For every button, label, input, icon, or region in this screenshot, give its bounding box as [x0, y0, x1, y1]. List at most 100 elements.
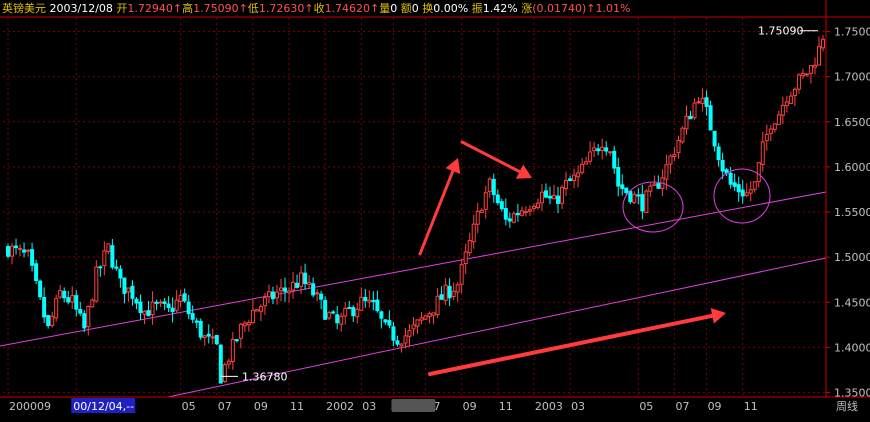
candle-body: [66, 297, 71, 303]
candle-body: [503, 208, 508, 220]
candle-body: [42, 297, 47, 318]
candle-body: [331, 311, 336, 314]
x-tick-label: 09: [463, 400, 477, 413]
info-chg-value: (0.01740)↑1.01%: [532, 2, 630, 15]
candle-body: [680, 127, 685, 143]
candle-body: [792, 88, 797, 97]
candle-body: [800, 72, 805, 77]
y-tick-label: 1.40000: [834, 341, 870, 354]
candle-body: [166, 303, 171, 308]
candle-body: [712, 130, 717, 147]
candle-body: [138, 301, 143, 314]
x-tick-label: 05: [182, 400, 196, 413]
info-close-label: 收: [314, 1, 325, 15]
candle-body: [780, 104, 785, 116]
x-tick-label: 07: [675, 400, 689, 413]
candle-body: [182, 293, 187, 302]
candle-body: [821, 38, 825, 49]
candle-body: [319, 293, 324, 300]
candle-body: [270, 291, 275, 300]
candle-body: [327, 312, 332, 319]
candle-body: [784, 101, 789, 107]
candle-body: [214, 334, 219, 345]
candle-body: [423, 315, 428, 320]
candle-body: [299, 272, 304, 287]
candle-body: [367, 299, 372, 303]
candle-body: [387, 320, 392, 326]
candle-body: [50, 315, 55, 327]
x-tick-label: 07: [218, 400, 232, 413]
candle-body: [732, 182, 737, 187]
x-tick-label: 03: [362, 400, 376, 413]
candle-body: [556, 195, 561, 204]
candle-body: [279, 287, 284, 292]
high-label: 1.75090: [758, 25, 804, 38]
candle-body: [186, 301, 191, 315]
x-tick-label: 09: [254, 400, 268, 413]
candle-body: [628, 190, 633, 203]
price-chart[interactable]: 1.75090 1.36780 1.75000 1.70000 1.65000 1.60…: [0, 0, 870, 418]
candle-body: [624, 187, 629, 194]
y-tick-label: 1.55000: [834, 206, 870, 219]
candle-body: [756, 162, 761, 183]
info-amt-value: 0: [412, 2, 423, 15]
candle-body: [114, 266, 119, 269]
y-tick-label: 1.45000: [834, 296, 870, 309]
x-tick-label: 200009: [9, 400, 51, 413]
candle-body: [552, 194, 557, 200]
candle-body: [150, 301, 155, 315]
y-tick-label: 1.70000: [834, 71, 870, 84]
candle-body: [600, 146, 605, 151]
info-high-value: 1.75090↑: [193, 2, 248, 15]
candle-body: [507, 218, 512, 222]
low-label: 1.36780: [242, 370, 288, 383]
candle-body: [102, 250, 107, 266]
candle-body: [584, 161, 589, 165]
candle-body: [608, 151, 613, 154]
candle-body: [110, 245, 115, 268]
candle-body: [652, 183, 657, 186]
candle-body: [287, 290, 292, 294]
candle-body: [375, 299, 380, 312]
candle-body: [664, 164, 669, 180]
candle-body: [443, 284, 448, 301]
x-tick-label: 11: [744, 400, 758, 413]
candle-body: [463, 251, 468, 265]
candle-body: [644, 190, 649, 213]
candle-body: [238, 323, 243, 339]
candle-body: [411, 324, 416, 330]
candle-body: [126, 287, 131, 293]
candle-body: [539, 191, 544, 204]
info-low-value: 1.72630↑: [259, 2, 314, 15]
candle-body: [82, 313, 87, 329]
candle-body: [415, 319, 420, 327]
candle-body: [764, 134, 769, 142]
candle-body: [86, 305, 91, 328]
candle-body: [210, 336, 215, 339]
candle-body: [34, 263, 39, 282]
candle-body: [523, 211, 528, 214]
candle-body: [383, 319, 388, 323]
candle-body: [258, 306, 263, 312]
info-text: 英镑美元 2003/12/08 开1.72940↑高1.75090↑低1.726…: [2, 1, 630, 15]
candle-body: [467, 239, 472, 254]
period-label: 周线: [836, 399, 858, 413]
candle-body: [170, 307, 175, 313]
candle-body: [18, 247, 23, 250]
candle-body: [700, 97, 705, 104]
info-open-value: 1.72940↑: [127, 2, 182, 15]
info-symbol: 英镑美元: [2, 1, 46, 15]
candle-body: [371, 300, 376, 303]
info-open-label: 开: [113, 2, 128, 15]
candle-body: [812, 64, 817, 68]
candle-body: [74, 295, 79, 310]
candle-body: [479, 209, 484, 213]
candle-body: [250, 309, 255, 324]
candle-body: [483, 192, 488, 210]
candle-body: [572, 174, 577, 182]
candle-body: [692, 102, 697, 119]
candle-body: [776, 114, 781, 126]
candle-body: [218, 344, 223, 384]
candle-body: [351, 307, 356, 317]
candle-body: [672, 153, 677, 158]
